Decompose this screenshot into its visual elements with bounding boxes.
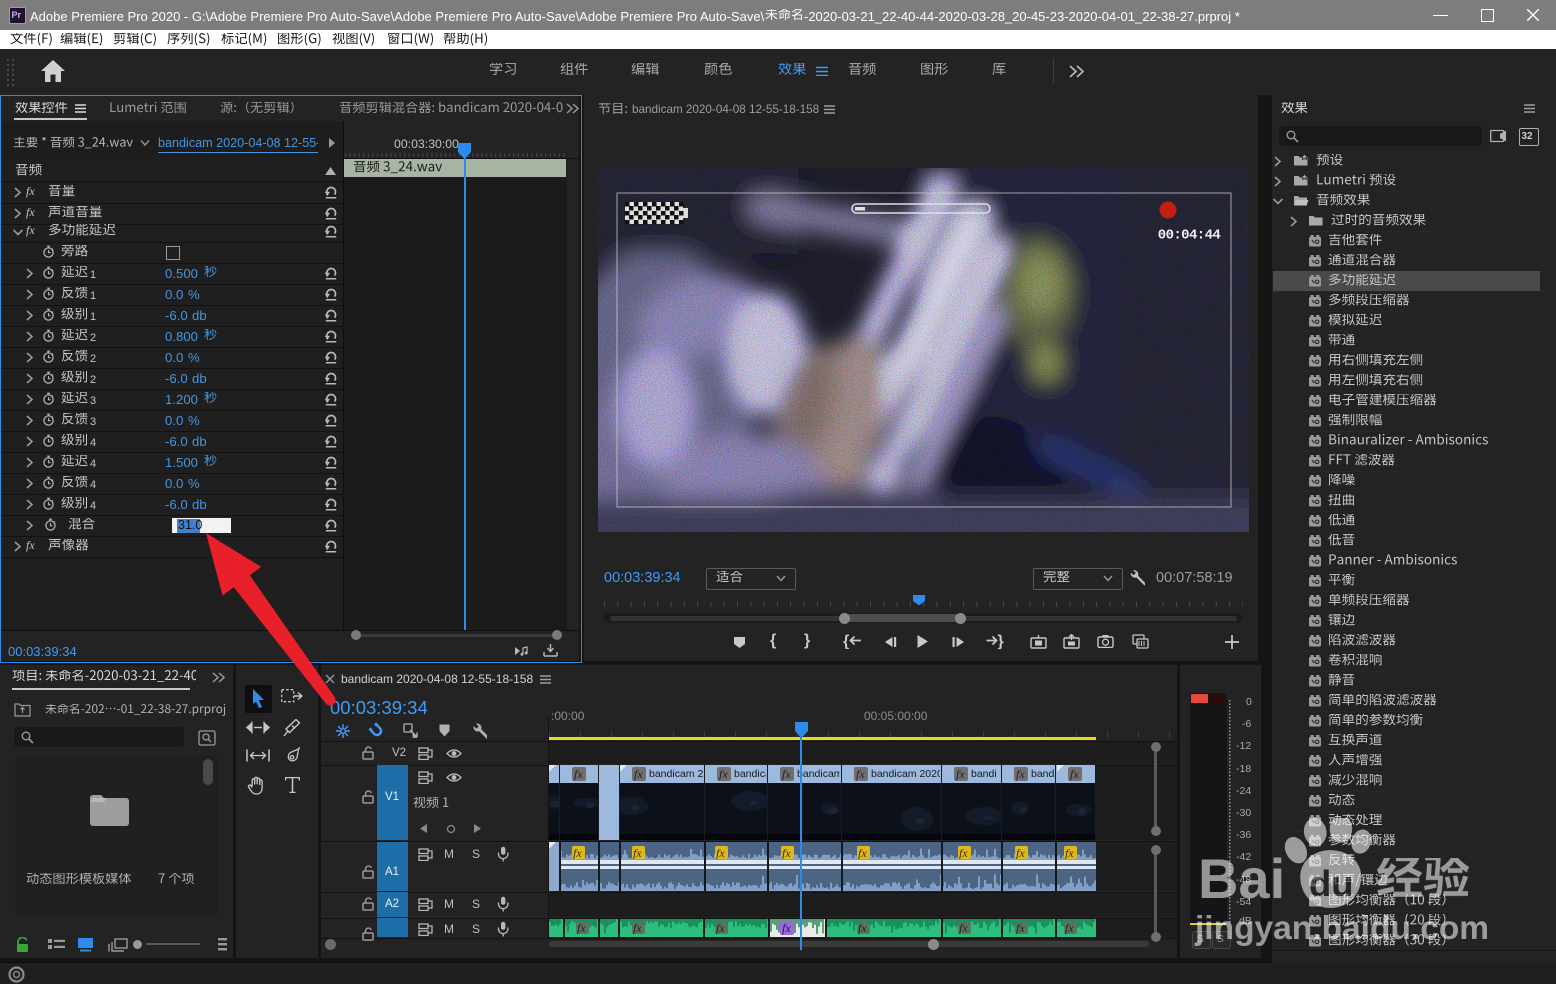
svg-text:fx: fx	[1016, 922, 1025, 934]
svg-text:}: }	[998, 633, 1004, 649]
svg-text:fx: fx	[959, 922, 968, 934]
svg-text:fx: fx	[633, 847, 642, 859]
svg-text:fx: fx	[26, 206, 35, 219]
svg-text:fx: fx	[956, 768, 965, 781]
svg-text:fx: fx	[858, 847, 867, 859]
svg-text:fx: fx	[1065, 847, 1074, 859]
svg-text:fx: fx	[782, 922, 791, 935]
svg-text:fx: fx	[574, 768, 583, 781]
svg-text:00:04:44: 00:04:44	[1158, 228, 1221, 244]
svg-text:fx: fx	[573, 847, 582, 859]
svg-text:fx: fx	[959, 847, 968, 859]
svg-text:fx: fx	[1016, 768, 1025, 781]
svg-text:fx: fx	[782, 768, 791, 781]
svg-text:fx: fx	[782, 847, 791, 859]
svg-text:fx: fx	[1070, 768, 1079, 781]
svg-text:fx: fx	[26, 539, 35, 552]
svg-text:fx: fx	[716, 922, 725, 934]
svg-text:fx: fx	[856, 768, 865, 781]
svg-text:{: {	[843, 633, 849, 649]
svg-text:fx: fx	[26, 224, 35, 237]
svg-text:fx: fx	[634, 768, 643, 781]
svg-text:fx: fx	[719, 768, 728, 781]
svg-text:fx: fx	[26, 185, 35, 198]
svg-text:fx: fx	[716, 847, 725, 859]
svg-text:du: du	[1309, 863, 1353, 904]
svg-text:fx: fx	[1065, 922, 1074, 934]
svg-text:fx: fx	[858, 922, 867, 934]
svg-text:fx: fx	[633, 922, 642, 934]
svg-text:fx: fx	[577, 922, 586, 934]
svg-text:fx: fx	[1016, 847, 1025, 859]
